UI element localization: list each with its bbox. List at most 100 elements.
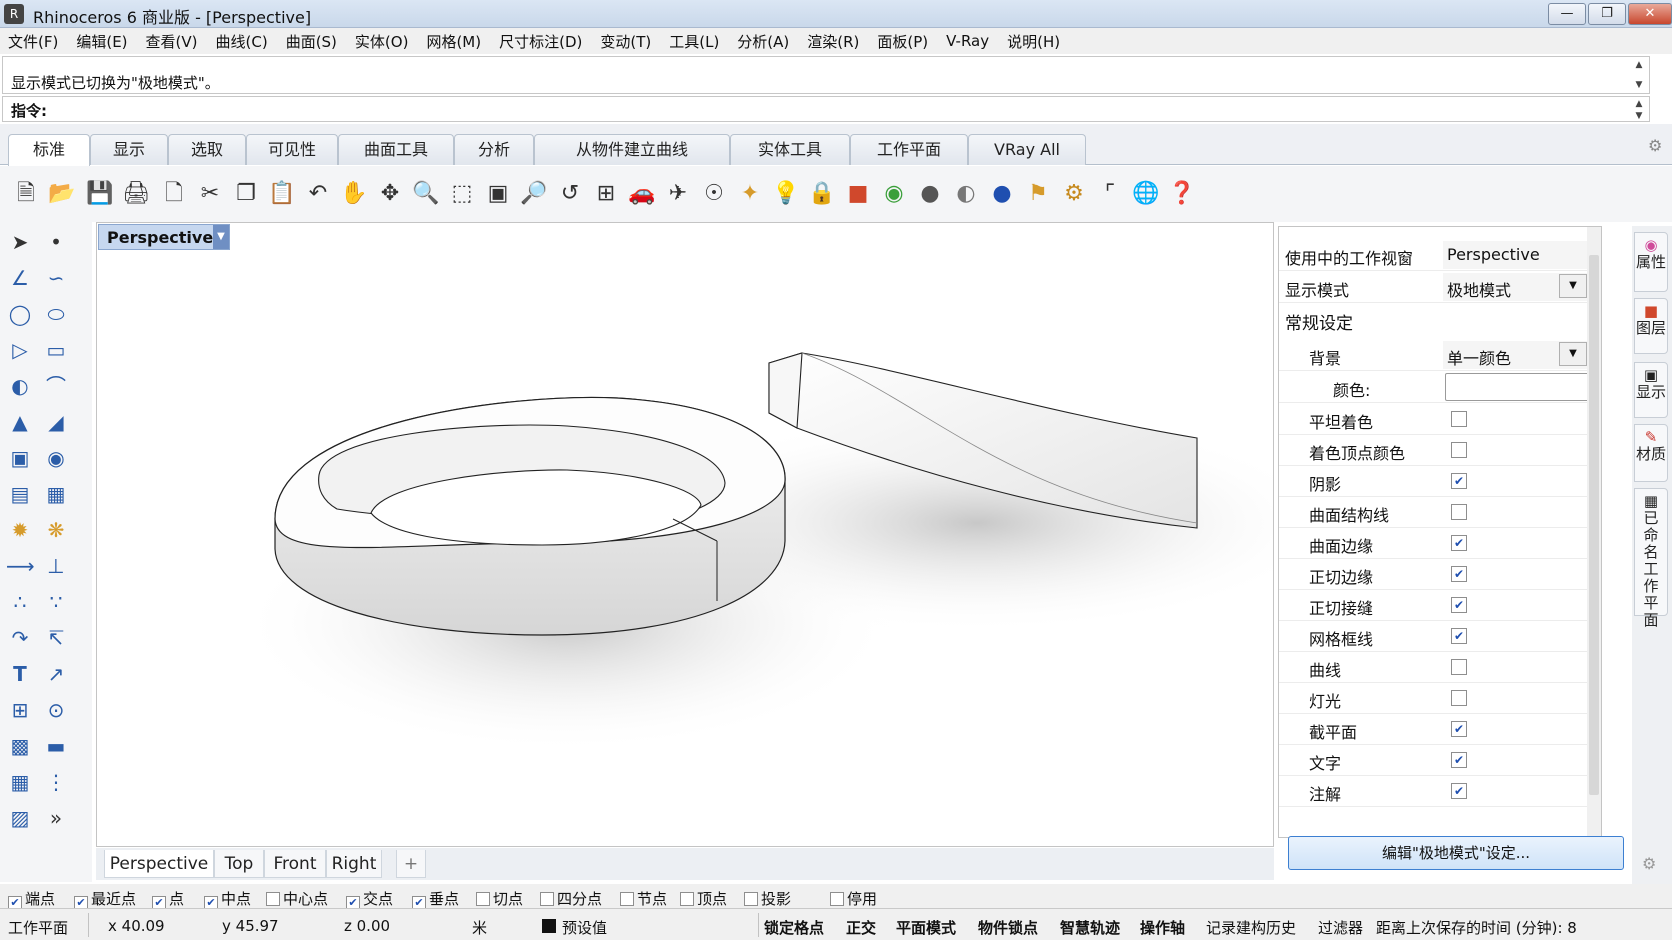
- box-icon[interactable]: ▣: [6, 444, 34, 472]
- status-gumball[interactable]: 操作轴: [1140, 917, 1185, 938]
- menu-view[interactable]: 查看(V): [146, 31, 198, 52]
- text-checkbox[interactable]: ✔: [1451, 752, 1467, 768]
- rectangle-icon[interactable]: ▭: [42, 336, 70, 364]
- mesh-icon[interactable]: ▦: [42, 480, 70, 508]
- lights-checkbox[interactable]: [1451, 690, 1467, 706]
- perspective-viewport[interactable]: Perspective ▼: [96, 222, 1274, 847]
- menu-mesh[interactable]: 网格(M): [426, 31, 481, 52]
- polyline-icon[interactable]: ∠: [6, 264, 34, 292]
- menu-dimension[interactable]: 尺寸标注(D): [499, 31, 582, 52]
- tab-curve-from-object[interactable]: 从物件建立曲线: [534, 134, 730, 165]
- surface-isocurves-checkbox[interactable]: [1451, 504, 1467, 520]
- rhino-app-icon[interactable]: R: [4, 4, 24, 24]
- rotate-icon[interactable]: ↷: [6, 624, 34, 652]
- curve-icon[interactable]: ∽: [42, 264, 70, 292]
- extrude-icon[interactable]: ▤: [6, 480, 34, 508]
- shade-vertex-colors-checkbox[interactable]: [1451, 442, 1467, 458]
- cut-icon[interactable]: ✂: [196, 180, 224, 208]
- osnap-disable[interactable]: 停用: [830, 888, 877, 909]
- flag-icon[interactable]: ⚑: [1024, 180, 1052, 208]
- lock-icon[interactable]: 🔒: [808, 180, 836, 208]
- osnap-point[interactable]: ✔ 点: [152, 888, 184, 910]
- panel-scroll-thumb[interactable]: [1589, 255, 1599, 795]
- osnap-quad-checkbox[interactable]: [540, 892, 554, 906]
- tab-surface-tools[interactable]: 曲面工具: [338, 134, 454, 165]
- polygon-icon[interactable]: ▷: [6, 336, 34, 364]
- viewport-tab-top[interactable]: Top: [214, 850, 264, 878]
- tab-vray-all[interactable]: VRay All: [968, 134, 1086, 165]
- surface-corner-icon[interactable]: ▲: [6, 408, 34, 436]
- zoom-icon[interactable]: 🔍: [412, 180, 440, 208]
- move-icon[interactable]: ⟶: [6, 552, 35, 580]
- menu-tools[interactable]: 工具(L): [669, 31, 719, 52]
- osnap-project-checkbox[interactable]: [744, 892, 758, 906]
- menu-file[interactable]: 文件(F): [8, 31, 58, 52]
- import-icon[interactable]: 🗋: [160, 180, 188, 208]
- scroll-down-icon[interactable]: ▼: [1631, 79, 1647, 91]
- display-mode-dropdown-icon[interactable]: ▼: [1559, 274, 1587, 298]
- osnap-center-checkbox[interactable]: [266, 892, 280, 906]
- arc-icon[interactable]: ◐: [6, 372, 34, 400]
- snap-circle-icon[interactable]: ☉: [700, 180, 728, 208]
- tab-display[interactable]: 显示: [90, 134, 168, 165]
- color-wheel-icon[interactable]: ◉: [880, 180, 908, 208]
- flat-shading-checkbox[interactable]: [1451, 411, 1467, 427]
- dimension-tool-icon[interactable]: ↗: [42, 660, 70, 688]
- rendered-sphere-icon[interactable]: ◐: [952, 180, 980, 208]
- open-file-icon[interactable]: 📂: [48, 180, 76, 208]
- background-color-swatch[interactable]: [1445, 373, 1589, 401]
- minimize-button[interactable]: —: [1548, 3, 1586, 25]
- group-icon[interactable]: ∴: [6, 588, 34, 616]
- edit-display-mode-button[interactable]: 编辑"极地模式"设定...: [1288, 836, 1624, 870]
- add-viewport-tab-button[interactable]: +: [396, 850, 426, 878]
- status-layer[interactable]: 预设值: [562, 917, 607, 938]
- plane-icon[interactable]: ✈: [664, 180, 692, 208]
- ellipse-icon[interactable]: ⬭: [42, 300, 70, 328]
- osnap-perp[interactable]: ✔ 垂点: [412, 888, 459, 910]
- undo-view-icon[interactable]: ↺: [556, 180, 584, 208]
- menu-solid[interactable]: 实体(O): [355, 31, 409, 52]
- ruler-icon[interactable]: ⋮: [42, 768, 70, 796]
- trim-icon[interactable]: ❋: [42, 516, 70, 544]
- menu-panels[interactable]: 面板(P): [877, 31, 928, 52]
- osnap-vertex-checkbox[interactable]: [680, 892, 694, 906]
- select-arrow-icon[interactable]: ➤: [6, 228, 34, 256]
- tab-cplanes[interactable]: 工作平面: [850, 134, 968, 165]
- side-tab-named-cplanes[interactable]: ▦ 已命名工作平面: [1634, 488, 1668, 629]
- side-tab-properties[interactable]: ◉ 属性: [1634, 232, 1668, 292]
- zoom-window-icon[interactable]: ⬚: [448, 180, 476, 208]
- menu-vray[interactable]: V-Ray: [946, 32, 989, 50]
- menu-help[interactable]: 说明(H): [1007, 31, 1060, 52]
- osnap-near[interactable]: ✔ 最近点: [74, 888, 136, 910]
- surface-edges-checkbox[interactable]: ✔: [1451, 535, 1467, 551]
- panel-gear-icon[interactable]: ⚙: [1642, 854, 1656, 873]
- osnap-knot[interactable]: 节点: [620, 888, 667, 909]
- viewport-title-bar[interactable]: Perspective ▼: [98, 224, 230, 250]
- dimension-icon[interactable]: ⌜: [1096, 180, 1124, 208]
- tab-standard[interactable]: 标准: [8, 134, 90, 166]
- tab-visibility[interactable]: 可见性: [246, 134, 338, 165]
- copy-icon[interactable]: ❐: [232, 180, 260, 208]
- panel-scrollbar[interactable]: [1587, 227, 1601, 837]
- menu-transform[interactable]: 变动(T): [600, 31, 651, 52]
- material-sphere-icon[interactable]: ●: [988, 180, 1016, 208]
- status-osnap[interactable]: 物件锁点: [978, 917, 1038, 938]
- status-ortho[interactable]: 正交: [846, 917, 876, 938]
- close-button[interactable]: ✕: [1628, 3, 1672, 25]
- block-icon[interactable]: ⊞: [6, 696, 34, 724]
- menu-analyze[interactable]: 分析(A): [737, 31, 789, 52]
- viewport-menu-dropdown-icon[interactable]: ▼: [213, 225, 229, 249]
- circle-icon[interactable]: ◯: [6, 300, 34, 328]
- options-gear-icon[interactable]: ⚙: [1060, 180, 1088, 208]
- osnap-project[interactable]: 投影: [744, 888, 791, 909]
- new-file-icon[interactable]: 🗎: [12, 180, 40, 208]
- status-planar[interactable]: 平面模式: [896, 917, 956, 938]
- command-history[interactable]: 显示模式已切换为"极地模式"。 ▲ ▼: [2, 56, 1650, 94]
- points-icon[interactable]: ✦: [736, 180, 764, 208]
- menu-surface[interactable]: 曲面(S): [286, 31, 337, 52]
- undo-icon[interactable]: ↶: [304, 180, 332, 208]
- shaded-sphere-icon[interactable]: ●: [916, 180, 944, 208]
- menu-edit[interactable]: 编辑(E): [76, 31, 127, 52]
- surface-edge-icon[interactable]: ◢: [42, 408, 70, 436]
- zoom-extents-icon[interactable]: ▣: [484, 180, 512, 208]
